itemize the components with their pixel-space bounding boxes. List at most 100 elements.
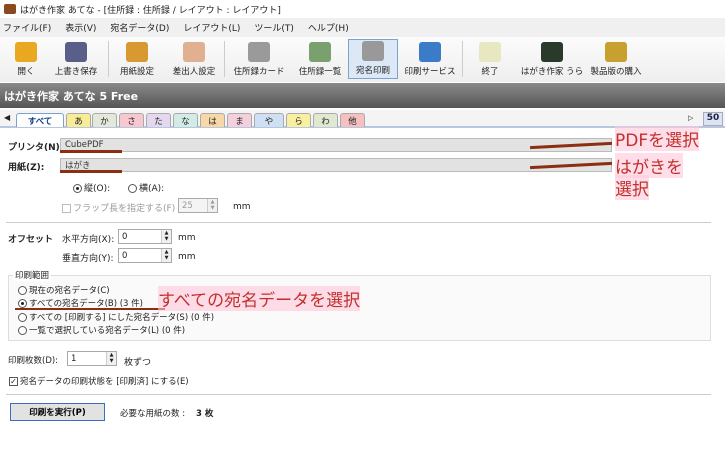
landscape-radio[interactable]: 横(A): xyxy=(128,181,164,194)
flap-length-input[interactable]: 25 ▲ ▼ xyxy=(178,198,218,213)
menu-address-data[interactable]: 宛名データ(D) xyxy=(110,21,169,34)
toolbar-button-label: 住所録一覧 xyxy=(298,67,342,77)
offset-v-input[interactable]: 0 ▲ ▼ xyxy=(118,248,172,263)
tab-8[interactable]: や xyxy=(254,113,284,127)
toolbar-button-label: 終了 xyxy=(481,67,499,77)
range-current-radio[interactable]: 現在の宛名データ(C) xyxy=(18,284,110,296)
print-range-title: 印刷範囲 xyxy=(13,269,52,281)
shopping-cart-icon xyxy=(605,42,627,62)
tab-6[interactable]: は xyxy=(200,113,225,127)
window-title: はがき作家 あてな - [住所録 : 住所録 / レイアウト : レイアウト] xyxy=(20,5,281,16)
tea-cup-exit-icon xyxy=(479,42,501,62)
print-execute-button[interactable]: 印刷を実行(P) xyxy=(10,403,105,421)
annotation-underline xyxy=(60,170,122,173)
copies-value: 1 xyxy=(71,353,77,364)
flap-label: フラップ長を指定する(F) xyxy=(73,204,176,214)
menu-view[interactable]: 表示(V) xyxy=(65,21,96,34)
portrait-radio[interactable]: 縦(O): xyxy=(73,181,110,194)
offset-h-unit: mm xyxy=(178,233,196,243)
title-bar: はがき作家 あてな - [住所録 : 住所録 / レイアウト : レイアウト] xyxy=(0,0,725,18)
range-selected-radio[interactable]: 一覧で選択している宛名データ(L) (0 件) xyxy=(18,324,185,336)
offset-v-label: 垂直方向(Y): xyxy=(62,254,114,264)
menu-layout[interactable]: レイアウト(L) xyxy=(183,21,240,34)
toolbar-button-address-list[interactable]: 住所録一覧 xyxy=(292,39,348,79)
divider xyxy=(6,222,711,223)
flap-value: 25 xyxy=(182,200,193,211)
tab-7[interactable]: ま xyxy=(227,113,252,127)
paper-select[interactable]: はがき xyxy=(60,158,612,172)
offset-label: オフセット xyxy=(8,235,54,245)
offset-v-unit: mm xyxy=(178,252,196,262)
sender-settings-icon xyxy=(183,42,205,62)
toolbar-button-shopping-cart[interactable]: 製品版の購入 xyxy=(588,39,644,79)
tab-0[interactable]: すべて xyxy=(16,113,64,127)
toolbar-button-paper-settings[interactable]: 用紙設定 xyxy=(112,39,162,79)
required-paper-value: 3 枚 xyxy=(196,409,214,419)
toolbar-button-label: 上書き保存 xyxy=(54,67,98,77)
menu-bar: ファイル(F) 表示(V) 宛名データ(D) レイアウト(L) ツール(T) ヘ… xyxy=(0,18,725,37)
address-list-icon xyxy=(309,42,331,62)
printer-select[interactable]: CubePDF xyxy=(60,138,612,152)
copies-label: 印刷枚数(D): xyxy=(8,356,59,366)
toolbar-button-floppy-disk[interactable]: 上書き保存 xyxy=(52,39,100,79)
landscape-label: 横(A): xyxy=(139,184,165,194)
tab-scroll-left-icon[interactable]: ◀ xyxy=(4,113,10,122)
menu-tools[interactable]: ツール(T) xyxy=(254,21,294,34)
tab-4[interactable]: た xyxy=(146,113,171,127)
copies-input[interactable]: 1 ▲ ▼ xyxy=(67,351,117,366)
app-icon xyxy=(4,4,16,14)
range-option-label: 現在の宛名データ(C) xyxy=(29,286,110,296)
toolbar: 開く 上書き保存 用紙設定 差出人設定 住所録カード 住所録一覧 宛名印刷 印刷サービス 終了 は… xyxy=(0,37,725,82)
tab-1[interactable]: あ xyxy=(66,113,91,127)
toolbar-button-label: 用紙設定 xyxy=(119,67,154,77)
flap-checkbox[interactable]: フラップ長を指定する(F) xyxy=(62,201,175,214)
toolbar-button-label: 印刷サービス xyxy=(404,67,456,77)
folder-open-icon xyxy=(15,42,37,62)
toolbar-button-label: 開く xyxy=(17,67,35,77)
tab-10[interactable]: わ xyxy=(313,113,338,127)
toolbar-button-printer[interactable]: 宛名印刷 xyxy=(348,39,398,79)
spinner-icon[interactable]: ▲ ▼ xyxy=(161,230,171,243)
tab-3[interactable]: さ xyxy=(119,113,144,127)
annotation-pdf: PDFを選択 xyxy=(615,126,700,151)
toolbar-button-label: 差出人設定 xyxy=(172,67,216,77)
spinner-icon[interactable]: ▲ ▼ xyxy=(207,199,217,212)
toolbar-button-hagaki-ura[interactable]: はがき作家 うら xyxy=(520,39,584,79)
hagaki-ura-icon xyxy=(541,42,563,62)
toolbar-button-print-service[interactable]: 印刷サービス xyxy=(402,39,458,79)
toolbar-button-label: はがき作家 うら xyxy=(520,67,584,77)
annotation-hagaki-2: 選択 xyxy=(615,175,649,200)
toolbar-button-label: 製品版の購入 xyxy=(590,67,642,77)
floppy-disk-icon xyxy=(65,42,87,62)
tab-11[interactable]: 他 xyxy=(340,113,365,127)
toolbar-button-folder-open[interactable]: 開く xyxy=(8,39,44,79)
toolbar-separator xyxy=(108,41,109,77)
offset-h-label: 水平方向(X): xyxy=(62,235,115,245)
toolbar-separator xyxy=(462,41,463,77)
copies-unit: 枚ずつ xyxy=(124,358,152,368)
range-option-label: 一覧で選択している宛名データ(L) (0 件) xyxy=(29,326,186,336)
toolbar-button-tea-cup-exit[interactable]: 終了 xyxy=(470,39,510,79)
offset-v-value: 0 xyxy=(122,250,128,261)
tab-2[interactable]: か xyxy=(92,113,117,127)
toolbar-button-label: 住所録カード xyxy=(233,67,285,77)
annotation-underline xyxy=(60,150,122,153)
annotation-all-data: すべての宛名データを選択 xyxy=(158,286,361,311)
tab-scroll-right-icon[interactable]: ▷ xyxy=(688,114,693,122)
mark-printed-checkbox[interactable]: ✓ 宛名データの印刷状態を [印刷済] にする(E) xyxy=(9,375,189,387)
toolbar-button-address-cards[interactable]: 住所録カード xyxy=(230,39,288,79)
offset-h-input[interactable]: 0 ▲ ▼ xyxy=(118,229,172,244)
divider xyxy=(6,394,711,395)
mark-printed-label: 宛名データの印刷状態を [印刷済] にする(E) xyxy=(20,377,189,387)
tab-9[interactable]: ら xyxy=(286,113,311,127)
app-banner: はがき作家 あてな 5 Free xyxy=(0,83,725,108)
required-paper-label: 必要な用紙の数 : xyxy=(120,409,186,419)
offset-h-value: 0 xyxy=(122,231,128,242)
spinner-icon[interactable]: ▲ ▼ xyxy=(106,352,116,365)
tab-5[interactable]: な xyxy=(173,113,198,127)
menu-help[interactable]: ヘルプ(H) xyxy=(308,21,349,34)
range-marked-radio[interactable]: すべての [印刷する] にした宛名データ(S) (0 件) xyxy=(18,311,214,323)
spinner-icon[interactable]: ▲ ▼ xyxy=(161,249,171,262)
toolbar-button-sender-settings[interactable]: 差出人設定 xyxy=(168,39,220,79)
menu-file[interactable]: ファイル(F) xyxy=(3,21,51,34)
